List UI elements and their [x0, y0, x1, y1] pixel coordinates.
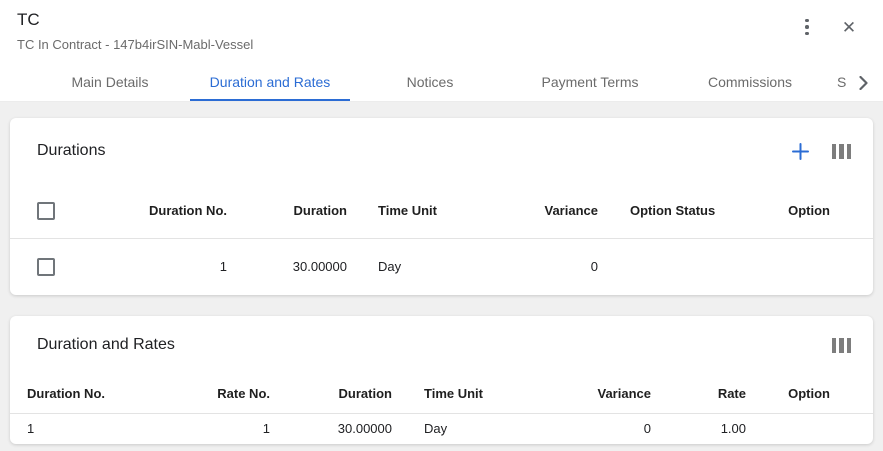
cell-duration: 30.00000 — [270, 413, 392, 444]
tab-payment-terms[interactable]: Payment Terms — [510, 64, 670, 101]
dialog-title: TC — [17, 9, 253, 31]
tab-bar: Main Details Duration and Rates Notices … — [0, 64, 883, 101]
columns-icon[interactable] — [832, 338, 852, 353]
cell-variance: 0 — [507, 238, 598, 295]
col-time-unit: Time Unit — [392, 374, 570, 413]
durations-table: Duration No. Duration Time Unit Variance… — [10, 184, 873, 295]
cell-option — [746, 413, 873, 444]
kebab-dots — [805, 19, 809, 36]
chevron-right-icon[interactable] — [846, 64, 880, 101]
col-option-status: Option Status — [598, 184, 738, 238]
col-rate-no: Rate No. — [150, 374, 270, 413]
tab-main-details[interactable]: Main Details — [30, 64, 190, 101]
tab-truncated[interactable]: S — [832, 64, 846, 101]
row-checkbox[interactable] — [37, 258, 55, 276]
col-rate: Rate — [651, 374, 746, 413]
dialog-subtitle: TC In Contract - 147b4irSIN-Mabl-Vessel — [17, 37, 253, 52]
cell-duration: 30.00000 — [227, 238, 347, 295]
tab-commissions[interactable]: Commissions — [670, 64, 830, 101]
col-duration-no: Duration No. — [10, 374, 150, 413]
rates-header-row: Duration No. Rate No. Duration Time Unit… — [10, 374, 873, 413]
col-time-unit: Time Unit — [347, 184, 507, 238]
duration-and-rates-table: Duration No. Rate No. Duration Time Unit… — [10, 374, 873, 444]
tab-notices[interactable]: Notices — [350, 64, 510, 101]
col-variance: Variance — [507, 184, 598, 238]
cell-duration-no: 1 — [10, 413, 150, 444]
col-duration: Duration — [227, 184, 347, 238]
select-all-checkbox[interactable] — [37, 202, 55, 220]
tab-duration-and-rates[interactable]: Duration and Rates — [190, 64, 350, 101]
rates-row[interactable]: 1 1 30.00000 Day 0 1.00 — [10, 413, 873, 444]
dialog-title-block: TC TC In Contract - 147b4irSIN-Mabl-Vess… — [17, 9, 253, 52]
add-row-icon[interactable] — [791, 141, 811, 161]
cell-duration-no: 1 — [65, 238, 227, 295]
close-icon[interactable]: ✕ — [839, 17, 859, 37]
columns-icon[interactable] — [832, 144, 852, 159]
cell-variance: 0 — [570, 413, 651, 444]
dialog-header: TC TC In Contract - 147b4irSIN-Mabl-Vess… — [0, 0, 883, 102]
cell-rate-no: 1 — [150, 413, 270, 444]
kebab-menu-icon[interactable] — [797, 17, 817, 37]
cell-option — [738, 238, 873, 295]
durations-row[interactable]: 1 30.00000 Day 0 — [10, 238, 873, 295]
close-glyph: ✕ — [842, 19, 856, 36]
col-duration-no: Duration No. — [65, 184, 227, 238]
cell-rate: 1.00 — [651, 413, 746, 444]
durations-card-title: Durations — [37, 142, 105, 160]
col-option: Option — [746, 374, 873, 413]
cell-option-status — [598, 238, 738, 295]
cell-time-unit: Day — [392, 413, 570, 444]
col-duration: Duration — [270, 374, 392, 413]
duration-and-rates-card-title: Duration and Rates — [37, 336, 175, 354]
cell-time-unit: Day — [347, 238, 507, 295]
dialog-content: Durations Duration No. Duration Time Uni… — [0, 102, 883, 444]
duration-and-rates-card: Duration and Rates Duration No. Rate No.… — [10, 316, 873, 444]
col-variance: Variance — [570, 374, 651, 413]
durations-card: Durations Duration No. Duration Time Uni… — [10, 118, 873, 295]
col-option: Option — [738, 184, 873, 238]
durations-header-row: Duration No. Duration Time Unit Variance… — [10, 184, 873, 238]
